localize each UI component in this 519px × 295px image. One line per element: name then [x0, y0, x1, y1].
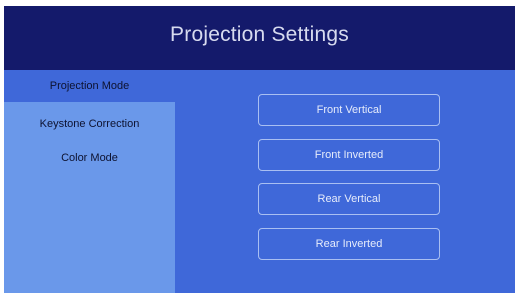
- sidebar-item-projection-mode[interactable]: Projection Mode: [4, 70, 175, 102]
- sidebar-item-label: Keystone Correction: [39, 118, 140, 130]
- rear-vertical-button[interactable]: Rear Vertical: [258, 183, 440, 215]
- front-inverted-button[interactable]: Front Inverted: [258, 139, 440, 171]
- sidebar-item-keystone-correction[interactable]: Keystone Correction: [4, 108, 175, 140]
- sidebar-item-label: Color Mode: [61, 152, 118, 164]
- front-vertical-button[interactable]: Front Vertical: [258, 94, 440, 126]
- projector-settings-screen: Projection Settings Projection Mode Keys…: [4, 6, 515, 293]
- sidebar-item-color-mode[interactable]: Color Mode: [4, 142, 175, 174]
- sidebar: Projection Mode Keystone Correction Colo…: [4, 70, 175, 293]
- header-bar: Projection Settings: [4, 6, 515, 70]
- projection-options-panel: Front Vertical Front Inverted Rear Verti…: [175, 70, 515, 293]
- page-title: Projection Settings: [170, 23, 349, 46]
- sidebar-item-label: Projection Mode: [49, 80, 130, 92]
- rear-inverted-button[interactable]: Rear Inverted: [258, 228, 440, 260]
